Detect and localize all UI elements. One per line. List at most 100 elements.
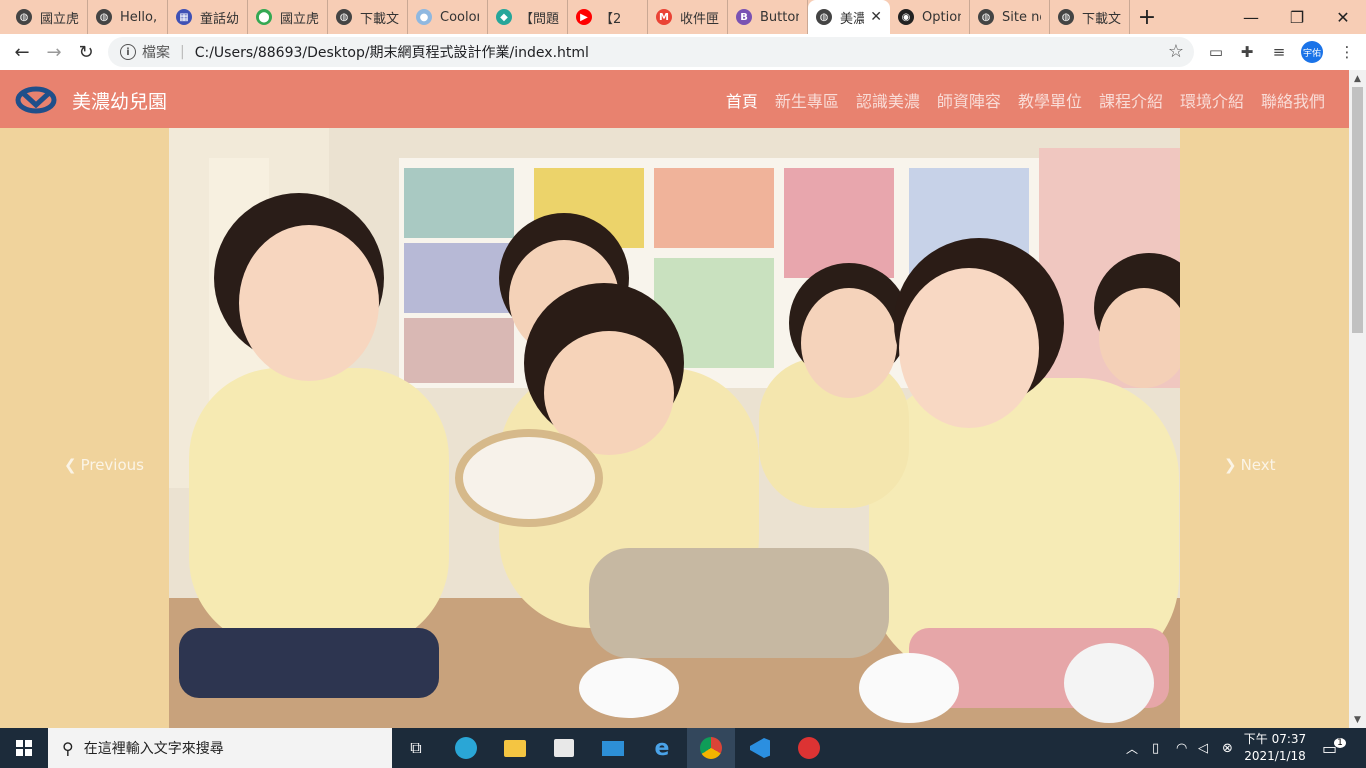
coolors-icon: ●	[416, 9, 432, 25]
browser-tab[interactable]: ◍ 國立虎	[8, 0, 88, 34]
browser-tab[interactable]: ◉ Option	[890, 0, 970, 34]
extensions-puzzle-icon[interactable]: ✚	[1232, 34, 1262, 70]
tab-title: Button	[760, 9, 799, 25]
taskbar-search-box[interactable]: ⚲ 在這裡輸入文字來搜尋	[48, 728, 392, 768]
tab-title: Option	[922, 9, 961, 25]
school-logo-icon[interactable]	[15, 86, 57, 114]
windows-taskbar: ⚲ 在這裡輸入文字來搜尋 ⧉ e ︿ ▯ ◠ ◁ ⊗ 下午 07:37 2021…	[0, 728, 1366, 768]
browser-tab[interactable]: ◍ 下載文	[1050, 0, 1130, 34]
tab-title: 國立虎	[280, 11, 319, 27]
nav-item[interactable]: 認識美濃	[856, 88, 920, 112]
tab-title: 收件匣	[680, 11, 719, 27]
browser-tab[interactable]: M 收件匣	[648, 0, 728, 34]
browser-tab[interactable]: ● Coolor	[408, 0, 488, 34]
globe-icon: ◍	[16, 9, 32, 25]
notification-center-icon[interactable]: ▭	[1322, 728, 1337, 768]
scrollbar-thumb[interactable]	[1352, 87, 1363, 333]
tab-title: Site no	[1002, 9, 1041, 25]
search-icon: ⚲	[62, 738, 74, 758]
info-icon[interactable]: i	[120, 44, 136, 60]
windows-logo-icon	[16, 740, 32, 756]
browser-tab[interactable]: ◍ 美濃 ✕	[808, 0, 890, 34]
chrome-icon[interactable]	[687, 728, 735, 768]
new-tab-button[interactable]: +	[1130, 0, 1164, 34]
windows-start-button[interactable]	[0, 728, 48, 768]
edge-icon[interactable]	[442, 728, 490, 768]
globe-icon: ◍	[1058, 9, 1074, 25]
back-arrow-icon[interactable]: ←	[6, 36, 38, 68]
nav-item[interactable]: 教學單位	[1018, 88, 1082, 112]
prev-label: Previous	[80, 456, 144, 474]
nav-item[interactable]: 師資陣容	[937, 88, 1001, 112]
browser-tab[interactable]: B Button	[728, 0, 808, 34]
taskbar-clock[interactable]: 下午 07:37 2021/1/18	[1240, 731, 1310, 765]
translate-icon[interactable]: ▭	[1201, 34, 1231, 70]
browser-tab[interactable]: ◍ Site no	[970, 0, 1050, 34]
scroll-down-icon[interactable]: ▼	[1349, 711, 1366, 728]
tab-title: 童話幼	[200, 11, 239, 27]
profile-avatar[interactable]: 宇佑	[1301, 41, 1323, 63]
game-app-icon[interactable]	[785, 728, 833, 768]
volume-icon[interactable]: ◁	[1198, 728, 1208, 768]
ime-cancel-icon[interactable]: ⊗	[1222, 728, 1233, 768]
scroll-up-icon[interactable]: ▲	[1349, 70, 1366, 87]
task-view-icon[interactable]: ⧉	[392, 728, 440, 768]
globe-icon: ◍	[96, 9, 112, 25]
reload-icon[interactable]: ↻	[70, 36, 102, 68]
browser-tab[interactable]: ◍ 下載文	[328, 0, 408, 34]
gmail-icon: M	[656, 9, 672, 25]
internet-explorer-icon[interactable]: e	[638, 728, 686, 768]
chevron-left-icon: ❮	[64, 456, 77, 474]
tab-title: 美濃	[840, 11, 865, 27]
browser-tab[interactable]: ▦ 童話幼	[168, 0, 248, 34]
file-explorer-icon[interactable]	[491, 728, 539, 768]
carousel-prev-control[interactable]: ❮ Previous	[64, 456, 144, 474]
nav-item[interactable]: 環境介紹	[1180, 88, 1244, 112]
menu-dots-icon[interactable]: ⋮	[1332, 34, 1362, 70]
browser-tab[interactable]: ◍ Hello, v	[88, 0, 168, 34]
close-window-button[interactable]: ✕	[1320, 0, 1366, 34]
github-icon: ◉	[898, 9, 914, 25]
bookmark-star-icon[interactable]: ☆	[1168, 41, 1184, 62]
wifi-icon[interactable]: ◠	[1176, 728, 1187, 768]
nav-item[interactable]: 聯絡我們	[1261, 88, 1325, 112]
tab-title: 下載文	[1082, 11, 1121, 27]
tab-strip: ◍ 國立虎 ◍ Hello, v ▦ 童話幼 ⬤ 國立虎 ◍ 下載文 ● Coolor ◆ 【問題】 ▶ 【2…	[0, 0, 1366, 34]
browser-tab[interactable]: ◆ 【問題】	[488, 0, 568, 34]
url-text[interactable]: C:/Users/88693/Desktop/期末網頁程式設計作業/index.…	[195, 42, 589, 62]
clock-time: 下午 07:37	[1243, 732, 1307, 746]
minimize-button[interactable]: —	[1228, 0, 1274, 34]
tab-title: 【2	[600, 11, 622, 27]
address-bar[interactable]: i 檔案 | C:/Users/88693/Desktop/期末網頁程式設計作業…	[108, 37, 1194, 67]
search-placeholder: 在這裡輸入文字來搜尋	[83, 741, 224, 757]
store-icon[interactable]	[540, 728, 588, 768]
tab-title: Coolor	[440, 9, 479, 25]
vscode-icon[interactable]	[736, 728, 784, 768]
nav-item[interactable]: 首頁	[726, 88, 758, 112]
browser-tab[interactable]: ▶ 【2	[568, 0, 648, 34]
site-brand[interactable]: 美濃幼兒園	[72, 87, 167, 114]
hero-carousel: ❮ Previous ❯ Next	[0, 128, 1349, 728]
map-pin-icon: ⬤	[256, 9, 272, 25]
page-scrollbar[interactable]: ▲ ▼	[1349, 70, 1366, 728]
carousel-photo	[169, 128, 1180, 728]
nav-item[interactable]: 課程介紹	[1099, 88, 1163, 112]
restore-button[interactable]: ❐	[1274, 0, 1320, 34]
media-queue-icon[interactable]: ≡	[1264, 34, 1294, 70]
browser-tab[interactable]: ⬤ 國立虎	[248, 0, 328, 34]
tab-title: 國立虎	[40, 11, 79, 27]
address-separator: |	[180, 44, 185, 60]
close-tab-icon[interactable]: ✕	[864, 9, 882, 25]
notification-count-badge: 1	[1334, 738, 1346, 748]
mail-icon[interactable]	[589, 728, 637, 768]
forward-arrow-icon[interactable]: →	[38, 36, 70, 68]
main-nav: 首頁 新生專區 認識美濃 師資陣容 教學單位 課程介紹 環境介紹 聯絡我們	[709, 88, 1325, 112]
nav-item[interactable]: 新生專區	[775, 88, 839, 112]
show-hidden-icons-chevron-icon[interactable]: ︿	[1126, 728, 1138, 768]
tab-title: 下載文	[360, 11, 399, 27]
children-photo-illustration	[169, 128, 1180, 728]
carousel-next-control[interactable]: ❯ Next	[1224, 456, 1276, 474]
security-label: 檔案	[142, 45, 170, 61]
device-icon[interactable]: ▯	[1152, 728, 1159, 768]
browser-toolbar: ← → ↻ i 檔案 | C:/Users/88693/Desktop/期末網頁…	[0, 34, 1366, 70]
